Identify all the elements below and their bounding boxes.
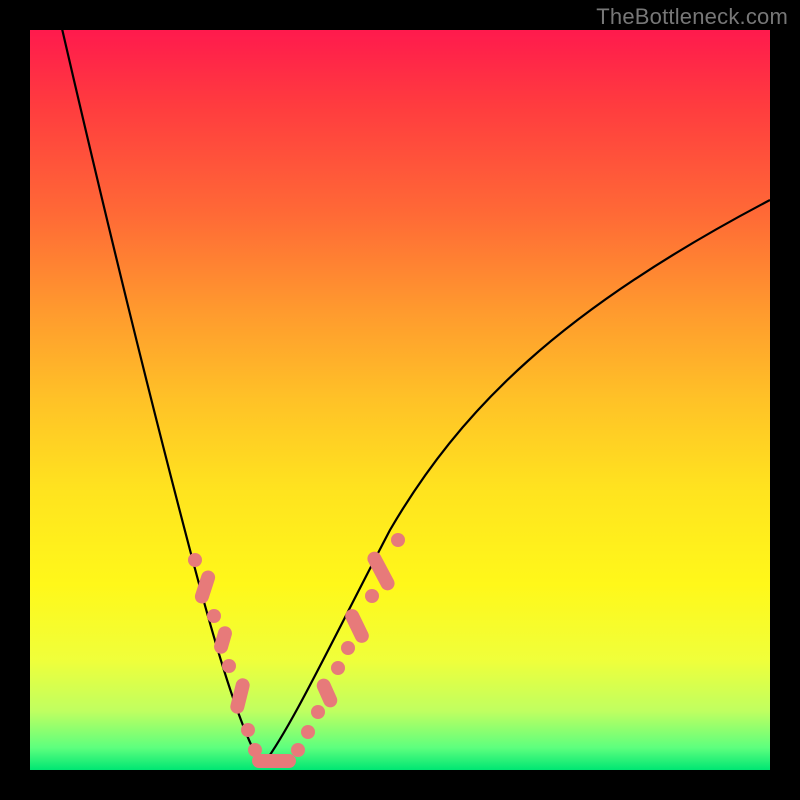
marker-dot xyxy=(331,661,345,675)
marker-pill-bottom xyxy=(252,754,296,768)
marker-dot xyxy=(241,723,255,737)
marker-pill xyxy=(343,607,371,645)
chart-svg xyxy=(30,30,770,770)
marker-dot xyxy=(188,553,202,567)
marker-dot xyxy=(222,659,236,673)
marker-pill xyxy=(315,676,340,709)
marker-dot xyxy=(301,725,315,739)
marker-dot xyxy=(391,533,405,547)
marker-dot xyxy=(365,589,379,603)
chart-plot-area xyxy=(30,30,770,770)
left-branch-curve xyxy=(60,30,262,766)
right-branch-curve xyxy=(262,200,770,766)
marker-dot xyxy=(207,609,221,623)
watermark-text: TheBottleneck.com xyxy=(596,4,788,30)
marker-dot xyxy=(291,743,305,757)
marker-dot xyxy=(311,705,325,719)
marker-dot xyxy=(341,641,355,655)
